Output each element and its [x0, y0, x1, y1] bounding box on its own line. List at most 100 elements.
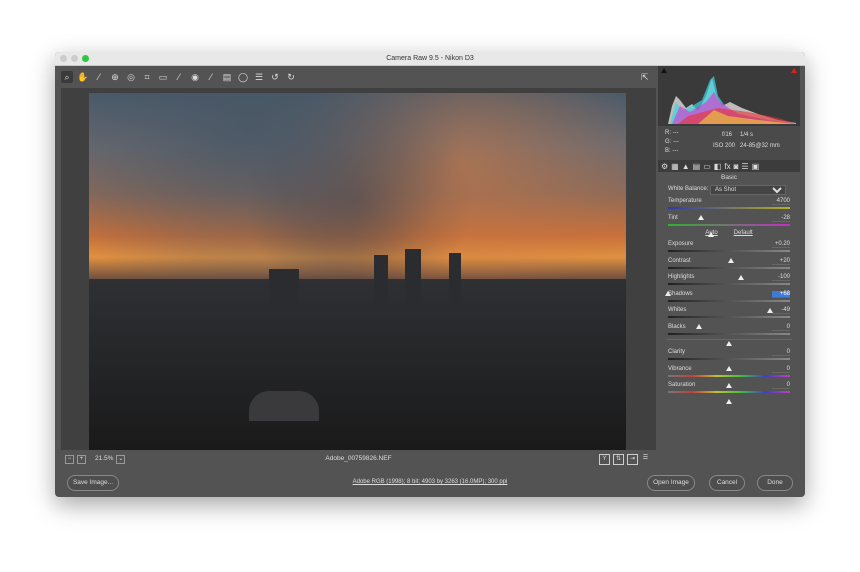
close-button[interactable] — [60, 55, 67, 62]
minimize-button[interactable] — [71, 55, 78, 62]
slider-value-input[interactable]: +20 — [772, 258, 790, 265]
done-button[interactable]: Done — [757, 475, 793, 491]
section-title: Basic — [721, 174, 737, 181]
hand-icon[interactable]: ✋ — [77, 71, 89, 83]
default-link[interactable]: Default — [734, 230, 753, 236]
slider-track[interactable] — [668, 316, 790, 329]
slider-label: Clarity — [668, 349, 686, 355]
adjustment-panel: R: --- G: --- B: --- f/16 1/4 s ISO 200 24-8… — [658, 66, 800, 466]
slider-label: Vibrance — [668, 365, 692, 372]
white-balance-icon[interactable]: ⁄ — [93, 71, 105, 83]
copy-settings-icon[interactable]: ⇥ — [627, 454, 638, 465]
image-info: R: --- G: --- B: --- f/16 1/4 s ISO 200 24-8… — [658, 126, 800, 160]
slider-track[interactable] — [668, 358, 790, 371]
slider-value-input[interactable]: 0 — [772, 349, 790, 356]
slider-track[interactable] — [668, 391, 790, 404]
slider-thumb[interactable] — [726, 340, 732, 346]
presets-tab-icon[interactable]: ☰ — [741, 162, 748, 171]
slider-value-input[interactable]: 0 — [772, 382, 790, 389]
slider-value-input[interactable]: 0 — [772, 366, 790, 373]
slider-saturation: Saturation 0 — [658, 381, 800, 404]
slider-track[interactable] — [668, 374, 790, 388]
highlight-clipping-icon[interactable] — [791, 68, 797, 73]
histogram — [658, 66, 800, 126]
photo-preview — [89, 93, 626, 450]
slider-label: Highlights — [668, 274, 695, 280]
radial-filter-icon[interactable]: ◯ — [237, 71, 249, 83]
slider-label: Contrast — [668, 257, 691, 264]
slider-label: Tint — [668, 214, 678, 221]
filename: Adobe_00759826.NEF — [325, 455, 392, 462]
rotate-ccw-icon[interactable]: ↺ — [269, 71, 281, 83]
slider-temperature: Temperature 4700 — [658, 197, 800, 220]
slider-track[interactable] — [665, 283, 790, 296]
white-balance-row: White Balance: As Shot — [658, 183, 800, 197]
basic-tab-icon[interactable]: ⚙ — [661, 162, 668, 171]
slider-thumb[interactable] — [707, 231, 714, 237]
hsl-tab-icon[interactable]: ▤ — [693, 162, 701, 171]
preferences-icon[interactable]: ☰ — [253, 71, 265, 83]
slider-highlights: Highlights -100 — [658, 273, 800, 296]
slider-track[interactable] — [668, 223, 790, 237]
graduated-filter-icon[interactable]: ▤ — [221, 71, 233, 83]
slider-label: Saturation — [668, 382, 696, 388]
slider-label: Whites — [668, 307, 687, 313]
tone-curve-tab-icon[interactable]: ▦ — [671, 162, 679, 171]
slider-track[interactable] — [668, 250, 790, 263]
camera-raw-window: Camera Raw 9.5 - Nikon D3 ⌕ ✋ ⁄ ⊕ ◎ ⌗ ▭ ⁄ ◉ ⁄ ▤ ◯ ☰ ↺… — [55, 52, 805, 497]
slider-exposure: Exposure +0.20 — [658, 240, 800, 263]
straighten-icon[interactable]: ▭ — [157, 71, 169, 83]
slider-whites: Whites -49 — [658, 306, 800, 329]
slider-value-input[interactable]: +68 — [772, 290, 790, 298]
slider-value-input[interactable]: -100 — [772, 274, 790, 281]
slider-tint: Tint -28 — [658, 214, 800, 237]
slider-vibrance: Vibrance 0 — [658, 365, 800, 388]
toggle-settings-icon[interactable]: ☰ — [641, 454, 650, 463]
split-toning-tab-icon[interactable]: ▭ — [703, 162, 711, 171]
rotate-cw-icon[interactable]: ↻ — [285, 71, 297, 83]
before-after-icon[interactable]: Y — [599, 454, 610, 465]
zoom-icon[interactable]: ⌕ — [61, 71, 73, 83]
camera-calibration-tab-icon[interactable]: ◙ — [734, 162, 739, 171]
slider-label: Temperature — [668, 198, 702, 204]
zoom-button[interactable] — [82, 55, 89, 62]
title-bar: Camera Raw 9.5 - Nikon D3 — [55, 52, 805, 66]
lens-tab-icon[interactable]: ◧ — [714, 162, 722, 171]
slider-blacks: Blacks 0 — [658, 323, 800, 346]
red-eye-icon[interactable]: ◉ — [189, 71, 201, 83]
panel-tabs: ⚙ ▦ ▲ ▤ ▭ ◧ fx ◙ ☰ ▣ — [658, 160, 800, 172]
slider-track[interactable] — [668, 299, 790, 313]
preview-status-bar: − +21.5% ⌄ Adobe_00759826.NEF Y ⇅ ⇥ ☰ — [61, 452, 656, 466]
preview-area — [61, 88, 656, 450]
slider-shadows: Shadows +68 — [658, 290, 800, 313]
targeted-adjustment-icon[interactable]: ◎ — [125, 71, 137, 83]
toggle-fullscreen-icon[interactable]: ⇱ — [641, 72, 649, 83]
slider-track[interactable] — [668, 266, 790, 280]
effects-tab-icon[interactable]: fx — [724, 162, 730, 171]
spot-removal-icon[interactable]: ⁄ — [173, 71, 185, 83]
slider-thumb[interactable] — [726, 399, 732, 404]
cancel-button[interactable]: Cancel — [709, 475, 745, 491]
adjustment-brush-icon[interactable]: ⁄ — [205, 71, 217, 83]
slider-value-input[interactable]: 4700 — [772, 198, 790, 205]
slider-label: Shadows — [668, 290, 693, 297]
snapshots-tab-icon[interactable]: ▣ — [752, 162, 760, 171]
swap-settings-icon[interactable]: ⇅ — [613, 454, 624, 465]
slider-track[interactable] — [668, 207, 790, 220]
shadow-clipping-icon[interactable] — [661, 68, 667, 73]
slider-value-input[interactable]: +0.20 — [772, 241, 790, 248]
slider-value-input[interactable]: -28 — [772, 215, 790, 222]
crop-icon[interactable]: ⌗ — [141, 71, 153, 83]
slider-label: Blacks — [668, 323, 686, 330]
slider-clarity: Clarity 0 — [658, 348, 800, 371]
open-image-button[interactable]: Open Image — [647, 475, 695, 491]
slider-contrast: Contrast +20 — [658, 257, 800, 280]
slider-value-input[interactable]: -49 — [772, 307, 790, 314]
slider-value-input[interactable]: 0 — [772, 324, 790, 331]
slider-track[interactable] — [668, 332, 790, 346]
window-title: Camera Raw 9.5 - Nikon D3 — [386, 55, 474, 62]
white-balance-select[interactable]: As Shot — [710, 185, 786, 195]
color-sampler-icon[interactable]: ⊕ — [109, 71, 121, 83]
slider-label: Exposure — [668, 241, 694, 247]
detail-tab-icon[interactable]: ▲ — [682, 162, 690, 171]
